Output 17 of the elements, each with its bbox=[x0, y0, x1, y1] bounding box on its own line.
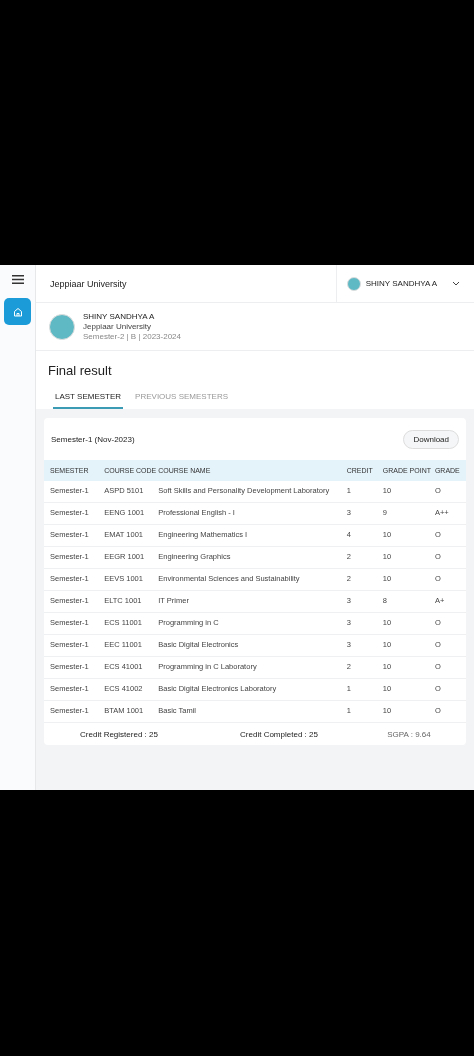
page-title: Final result bbox=[48, 363, 113, 378]
credit-completed: Credit Completed : 25 bbox=[239, 729, 319, 739]
semester-details: Semester-2 | B | 2023-2024 bbox=[83, 332, 181, 341]
home-icon bbox=[12, 306, 23, 317]
student-name: SHINY SANDHYA A bbox=[83, 312, 156, 321]
avatar bbox=[346, 276, 361, 291]
university-name: Jeppiaar University bbox=[83, 322, 153, 331]
chevron-down-icon bbox=[452, 281, 460, 286]
user-menu-button[interactable]: SHINY SANDHYA A bbox=[335, 265, 474, 302]
credit-registered: Credit Registered : 25 bbox=[79, 729, 159, 739]
card-title: Semester-1 (Nov-2023) bbox=[51, 434, 135, 444]
university-title: Jeppiaar University bbox=[50, 278, 128, 289]
avatar bbox=[49, 313, 75, 340]
menu-icon[interactable] bbox=[11, 275, 24, 284]
sgpa: SGPA : 9.64 bbox=[386, 729, 432, 739]
download-button[interactable]: Download bbox=[403, 429, 459, 449]
home-button[interactable] bbox=[4, 298, 31, 325]
